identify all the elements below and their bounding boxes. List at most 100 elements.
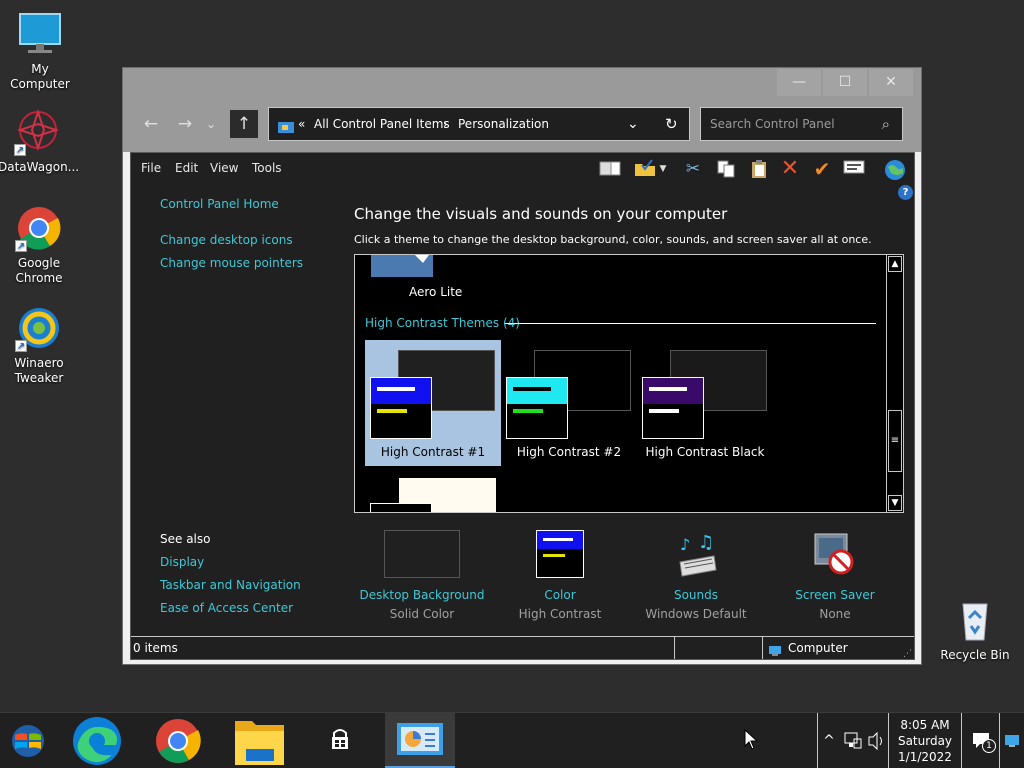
address-dropdown-button[interactable]: ⌄	[627, 108, 639, 140]
breadcrumb-personalization[interactable]: Personalization	[458, 108, 549, 140]
cut-icon[interactable]: ✂	[682, 159, 704, 179]
properties-icon[interactable]	[843, 159, 865, 179]
menu-view[interactable]: View	[210, 153, 238, 183]
volume-icon[interactable]	[864, 713, 888, 768]
shortcut-arrow-icon: ↗	[14, 144, 26, 156]
desktop-icon-label: Recycle Bin	[940, 648, 1010, 662]
theme-high-contrast-2[interactable]: High Contrast #2	[501, 340, 637, 466]
scroll-up-button[interactable]: ▲	[888, 256, 902, 272]
folder-check-icon[interactable]	[634, 159, 656, 179]
svg-text:♫: ♫	[698, 532, 714, 553]
menu-tools[interactable]: Tools	[252, 153, 282, 183]
resize-grip-icon[interactable]: ⋰	[903, 643, 912, 665]
preview-pane-icon[interactable]	[599, 159, 621, 179]
control-panel-home-link[interactable]: Control Panel Home	[160, 197, 279, 211]
edge-taskbar-icon[interactable]	[66, 713, 128, 768]
start-button[interactable]	[0, 713, 60, 768]
section-header: High Contrast Themes (4)	[365, 316, 520, 330]
change-desktop-icons-link[interactable]: Change desktop icons	[160, 233, 293, 247]
setting-value: High Contrast	[518, 607, 602, 621]
aero-lite-thumbnail[interactable]	[371, 255, 433, 277]
notification-count-badge: 1	[982, 739, 996, 753]
screen-saver-icon	[811, 530, 859, 578]
svg-text:♪: ♪	[680, 535, 690, 554]
aero-lite-label[interactable]: Aero Lite	[409, 285, 462, 299]
maximize-button[interactable]: ☐	[823, 69, 867, 97]
item-count: 0 items	[133, 641, 178, 655]
search-icon[interactable]: ⌕	[882, 108, 890, 140]
scroll-down-button[interactable]: ▼	[888, 495, 902, 511]
show-desktop-button[interactable]	[999, 713, 1024, 768]
checkmark-icon[interactable]: ✔	[811, 159, 833, 179]
breadcrumb-all-items[interactable]: All Control Panel Items	[314, 108, 450, 140]
desktop-background-setting[interactable]: Desktop Background Solid Color	[352, 530, 492, 621]
section-divider	[505, 323, 876, 324]
setting-label[interactable]: Desktop Background	[352, 588, 492, 602]
theme-high-contrast-black[interactable]: High Contrast Black	[637, 340, 773, 466]
ease-of-access-link[interactable]: Ease of Access Center	[160, 601, 293, 615]
help-icon[interactable]: ?	[898, 185, 913, 200]
desktop-icon-my-computer[interactable]: My Computer	[0, 10, 80, 92]
desktop-icon-winaero[interactable]: ↗ Winaero Tweaker	[0, 304, 79, 386]
show-hidden-icons-button[interactable]: ^	[817, 713, 840, 768]
desktop-icon-datawagon[interactable]: ↗ DataWagon...	[0, 108, 79, 175]
setting-label[interactable]: Sounds	[626, 588, 766, 602]
change-mouse-pointers-link[interactable]: Change mouse pointers	[160, 256, 303, 270]
forward-button[interactable]: →	[171, 110, 199, 138]
vertical-scrollbar[interactable]: ▲ ≡ ▼	[886, 255, 903, 512]
color-setting[interactable]: Color High Contrast	[490, 530, 630, 621]
chrome-taskbar-icon[interactable]	[148, 713, 208, 768]
theme-high-contrast-white-preview	[370, 503, 432, 512]
computer-icon	[768, 642, 782, 656]
chevron-down-icon[interactable]: ▼	[657, 159, 669, 179]
clock-time: 8:05 AM	[900, 718, 950, 732]
network-icon[interactable]	[840, 713, 864, 768]
taskbar-navigation-link[interactable]: Taskbar and Navigation	[160, 578, 301, 592]
copy-icon[interactable]	[715, 159, 737, 179]
location-label: Computer	[788, 641, 848, 655]
notification-center-button[interactable]: 1	[961, 713, 999, 768]
menu-edit[interactable]: Edit	[175, 153, 198, 183]
paste-icon[interactable]	[748, 159, 770, 179]
close-button[interactable]: ✕	[869, 69, 913, 97]
sounds-setting[interactable]: ♪ ♫ Sounds Windows Default	[626, 530, 766, 621]
up-button[interactable]: ↑	[230, 110, 258, 138]
refresh-button[interactable]: ↻	[665, 108, 678, 140]
theme-label: High Contrast Black	[645, 445, 765, 459]
theme-high-contrast-1[interactable]: High Contrast #1	[365, 340, 501, 466]
recent-locations-button[interactable]: ⌄	[203, 110, 219, 138]
mouse-cursor	[744, 728, 760, 751]
taskbar: ^ 8:05 AM Saturday 1/1/2022 1	[0, 712, 1024, 768]
display-link[interactable]: Display	[160, 555, 204, 569]
back-button[interactable]: ←	[137, 110, 165, 138]
search-placeholder: Search Control Panel	[710, 117, 835, 131]
desktop-icon-chrome[interactable]: ↗ Google Chrome	[0, 204, 79, 286]
datawagon-icon: ↗	[14, 108, 62, 156]
minimize-button[interactable]: —	[777, 69, 821, 97]
theme-gallery: Aero Lite High Contrast Themes (4) High …	[354, 254, 904, 513]
address-overflow[interactable]: «	[298, 108, 305, 140]
delete-icon[interactable]: ✕	[779, 158, 801, 180]
winaero-icon: ↗	[15, 304, 63, 352]
clock-day: Saturday	[897, 734, 953, 748]
status-divider	[674, 637, 675, 659]
scroll-thumb[interactable]: ≡	[888, 410, 902, 472]
setting-label[interactable]: Color	[490, 588, 630, 602]
screen-saver-setting[interactable]: Screen Saver None	[765, 530, 905, 621]
address-bar[interactable]: « All Control Panel Items › Personalizat…	[268, 107, 690, 141]
breadcrumb-separator[interactable]: ›	[443, 108, 448, 140]
page-subtitle: Click a theme to change the desktop back…	[354, 233, 872, 246]
desktop-icon-recycle-bin[interactable]: Recycle Bin	[935, 596, 1015, 663]
globe-icon[interactable]	[883, 159, 907, 180]
control-panel-taskbar-icon[interactable]	[385, 713, 455, 768]
clock[interactable]: 8:05 AM Saturday 1/1/2022	[888, 713, 961, 768]
title-bar[interactable]: — ☐ ✕	[123, 68, 921, 97]
store-taskbar-icon[interactable]	[310, 713, 370, 768]
setting-label[interactable]: Screen Saver	[765, 588, 905, 602]
search-input[interactable]: Search Control Panel ⌕	[700, 107, 903, 141]
shortcut-arrow-icon: ↗	[15, 240, 27, 252]
desktop-icon-label: My Computer	[10, 62, 70, 91]
menu-file[interactable]: File	[141, 153, 161, 183]
file-explorer-taskbar-icon[interactable]	[230, 713, 290, 768]
desktop-icon-label: Google Chrome	[15, 256, 63, 285]
